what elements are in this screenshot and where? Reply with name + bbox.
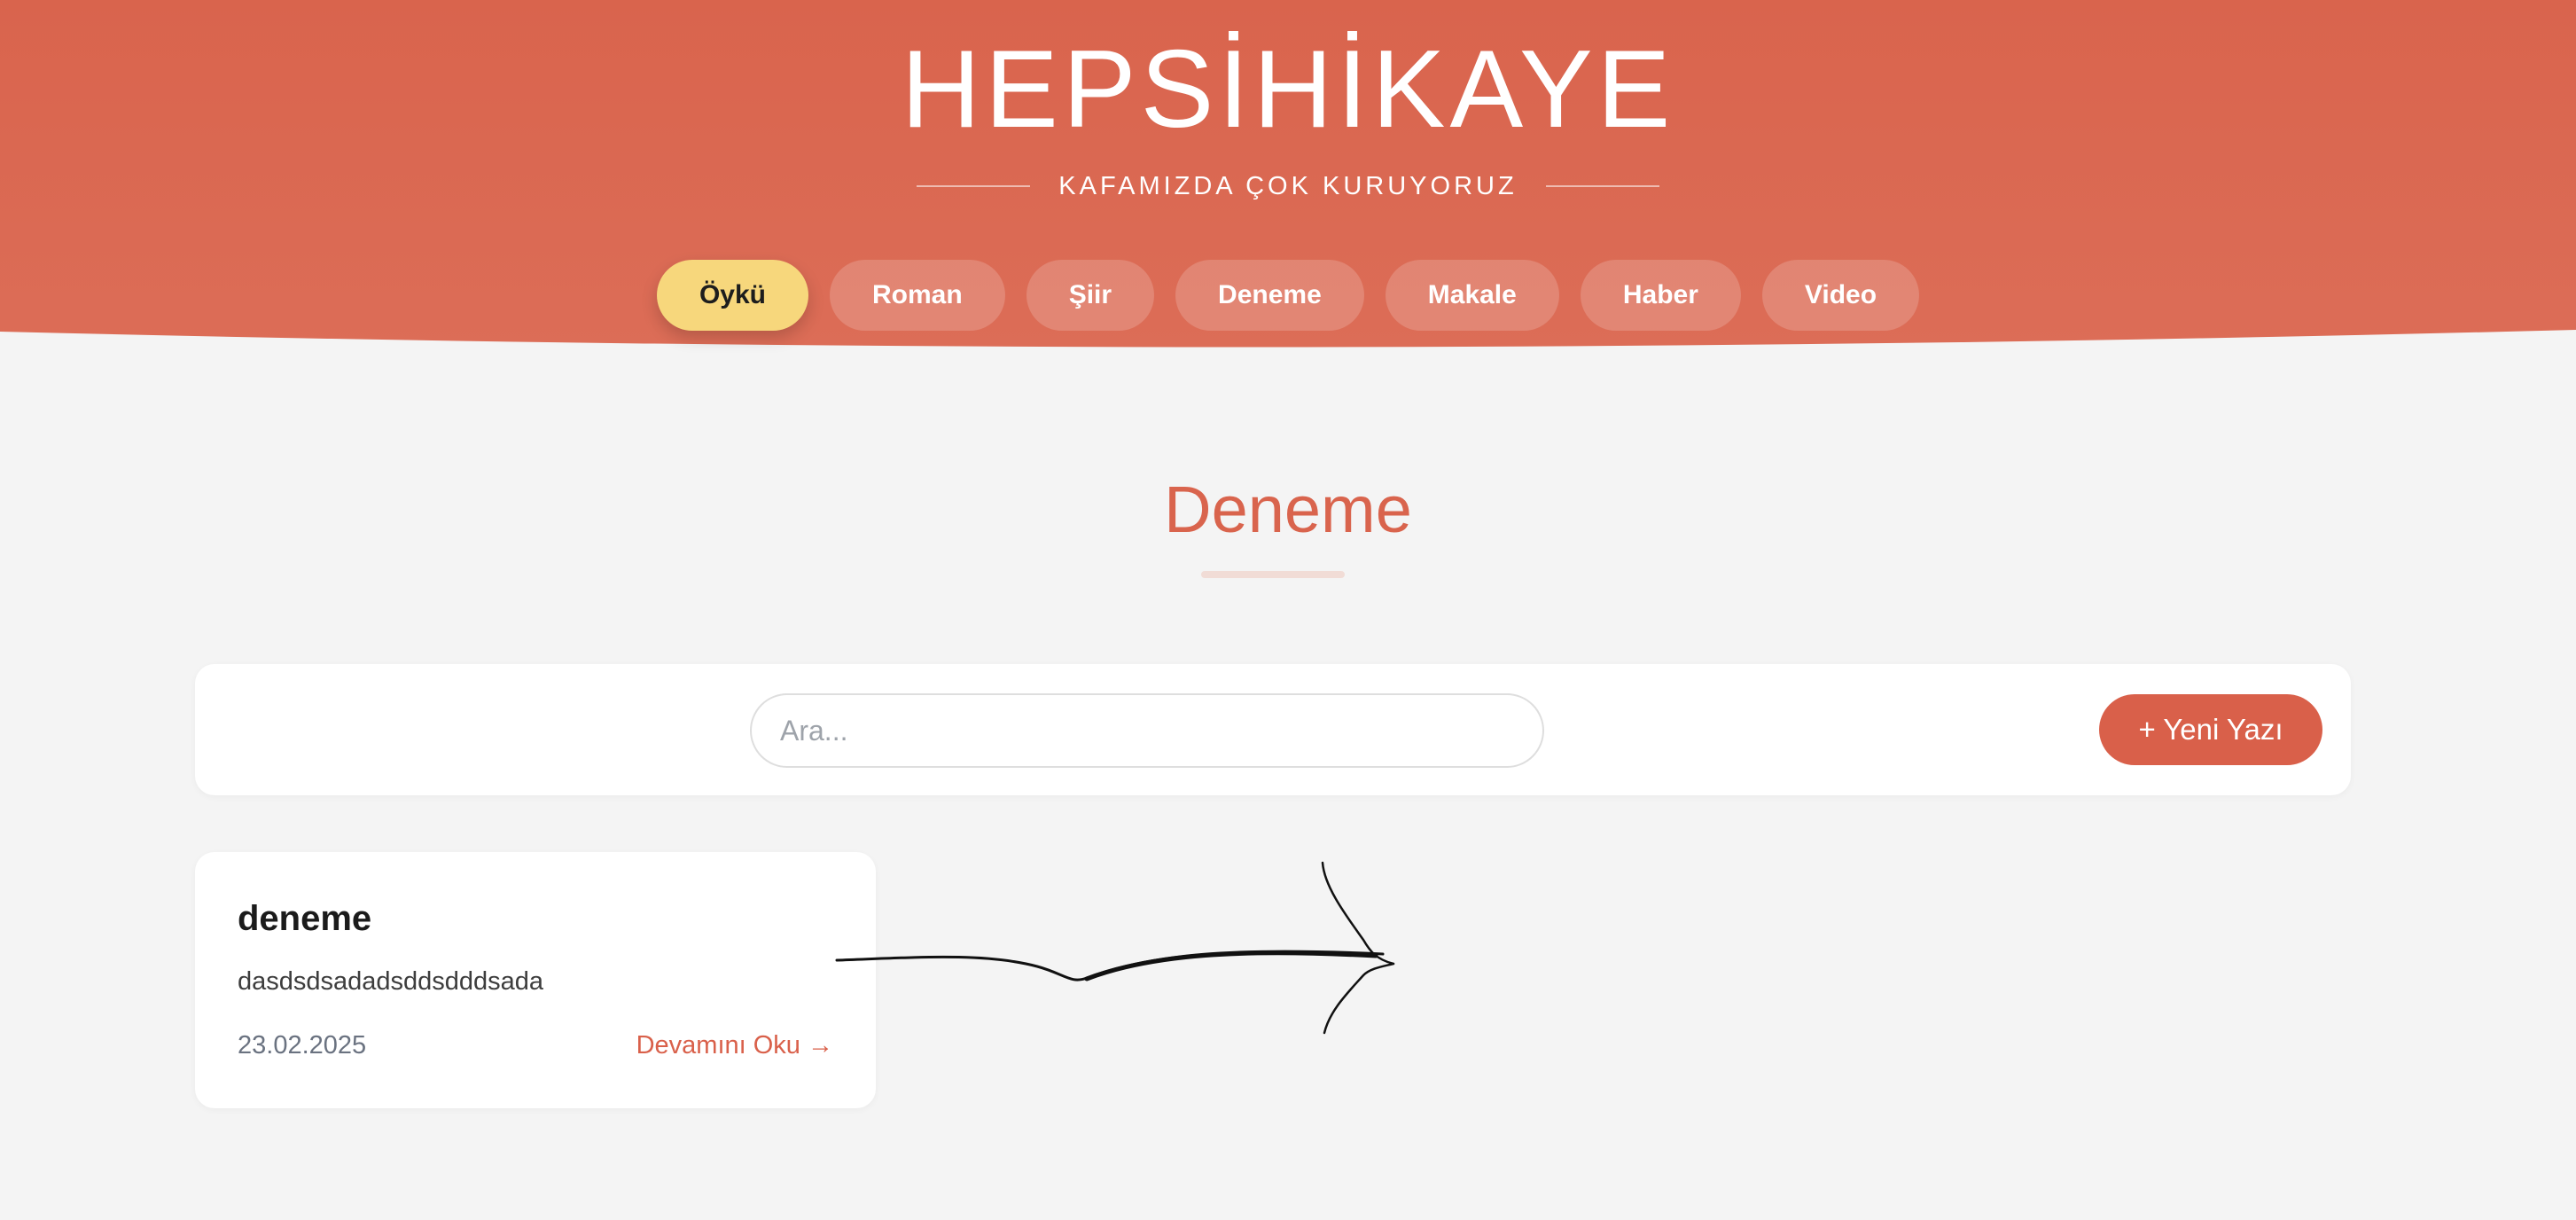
nav-item-deneme[interactable]: Deneme bbox=[1175, 260, 1364, 331]
nav-item-roman[interactable]: Roman bbox=[830, 260, 1005, 331]
site-tagline: KAFAMIZDA ÇOK KURUYORUZ bbox=[1058, 172, 1518, 200]
nav-item-oyku[interactable]: Öykü bbox=[656, 260, 808, 331]
nav-item-makale[interactable]: Makale bbox=[1385, 260, 1559, 331]
site-header: HEPSİHİKAYE KAFAMIZDA ÇOK KURUYORUZ Öykü… bbox=[0, 0, 2576, 355]
page: HEPSİHİKAYE KAFAMIZDA ÇOK KURUYORUZ Öykü… bbox=[0, 0, 2576, 1220]
site-title[interactable]: HEPSİHİKAYE bbox=[0, 32, 2576, 147]
page-title: Deneme bbox=[1164, 473, 1412, 546]
new-post-button[interactable]: + Yeni Yazı bbox=[2099, 694, 2322, 765]
search-input[interactable] bbox=[750, 693, 1544, 768]
tagline-row: KAFAMIZDA ÇOK KURUYORUZ bbox=[0, 168, 2576, 204]
tagline-divider-right bbox=[1545, 185, 1659, 187]
post-card[interactable]: deneme dasdsdsadadsddsdddsada 23.02.2025… bbox=[195, 852, 876, 1108]
nav-item-haber[interactable]: Haber bbox=[1580, 260, 1741, 331]
post-date: 23.02.2025 bbox=[238, 1031, 367, 1060]
read-more-link[interactable]: Devamını Oku → bbox=[636, 1028, 833, 1063]
title-underline bbox=[1201, 571, 1345, 578]
nav-item-video[interactable]: Video bbox=[1761, 260, 1920, 331]
post-excerpt: dasdsdsadadsddsdddsada bbox=[238, 967, 544, 996]
tagline-divider-left bbox=[917, 185, 1031, 187]
nav-item-siir[interactable]: Şiir bbox=[1026, 260, 1155, 331]
search-toolbar: + Yeni Yazı bbox=[195, 664, 2351, 795]
post-title[interactable]: deneme bbox=[238, 896, 371, 941]
category-nav: Öykü Roman Şiir Deneme Makale Haber Vide… bbox=[0, 260, 2576, 331]
